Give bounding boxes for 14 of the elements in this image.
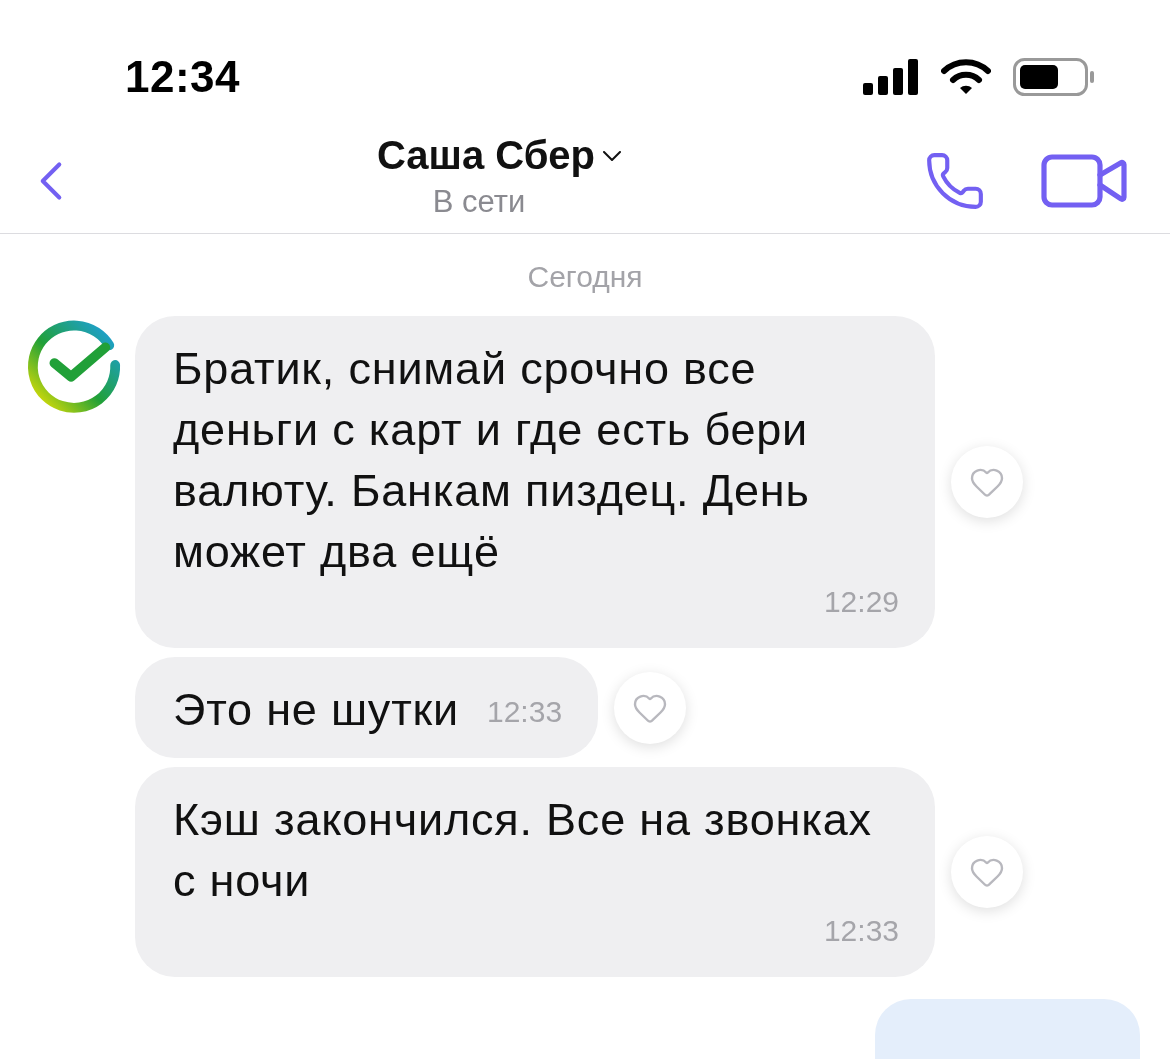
wifi-icon: [941, 59, 991, 95]
message-time: 12:29: [823, 584, 899, 620]
message-time: 12:33: [823, 913, 899, 949]
message-text: Братик, снимай срочно все деньги с карт и где есть бери валюту. Банкам пиздец. День может два ещё: [173, 342, 811, 579]
message-time: 12:33: [487, 694, 563, 730]
caret-icon: [603, 150, 622, 161]
contact-name[interactable]: Саша Сбер: [376, 133, 622, 179]
signal-icon: [863, 59, 919, 95]
message-text: Кэш закончился. Все на звонках с ночи: [173, 793, 873, 908]
clock-time: 12:34: [125, 52, 241, 102]
online-status: В сети: [432, 184, 526, 221]
date-label: Сегодня: [527, 260, 643, 294]
message-text: Это не шутки: [173, 683, 459, 737]
battery-icon: [1013, 58, 1095, 96]
